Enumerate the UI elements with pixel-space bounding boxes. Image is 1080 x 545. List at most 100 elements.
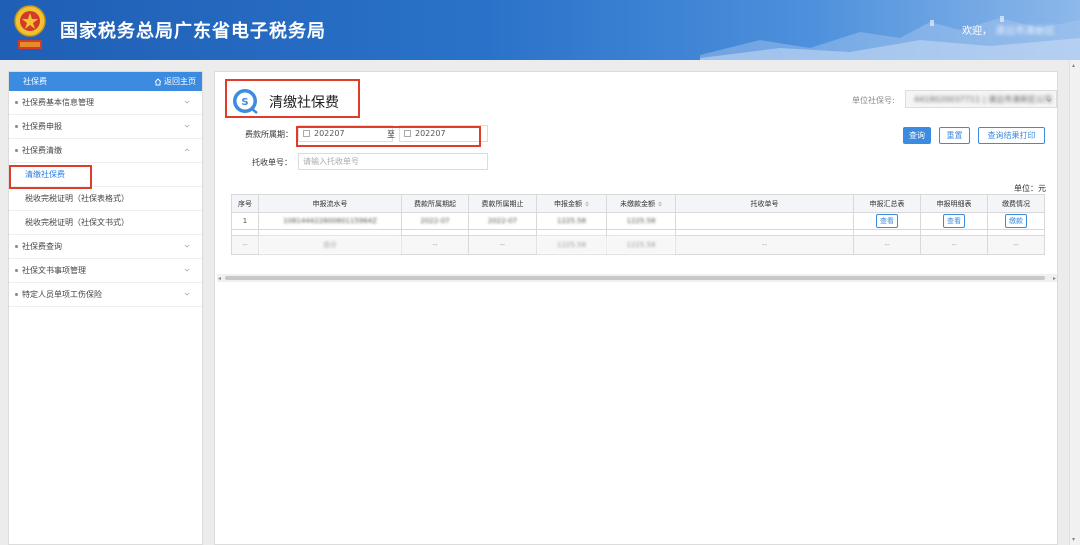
cell-ticket (675, 212, 854, 230)
unit-no-label: 单位社保号: (852, 96, 895, 105)
table-header-row: 序号 申报流水号 费款所属期起 费款所属期止 申报金额 未缴款金额 托收单号 申… (231, 194, 1045, 213)
sidebar-item-injury-insurance[interactable]: 特定人员单项工伤保险 (9, 283, 202, 307)
bullet-icon (15, 125, 18, 128)
cell-detail: 查看 (920, 212, 988, 230)
col-header-unpaid[interactable]: 未缴款金额 (606, 194, 676, 213)
col-header-unpaid-label: 未缴款金额 (620, 199, 655, 208)
bullet-icon (15, 269, 18, 272)
sidebar-subitem-label: 税收完税证明（社保表格式） (25, 194, 129, 203)
total-detail: -- (920, 235, 988, 255)
back-home-label: 返回主页 (164, 77, 196, 86)
query-button[interactable]: 查询 (903, 127, 931, 144)
sidebar-item-label: 特定人员单项工伤保险 (22, 290, 102, 299)
cell-summary: 查看 (853, 212, 921, 230)
sidebar-item-documents[interactable]: 社保文书事项管理 (9, 259, 202, 283)
chevron-down-icon (184, 100, 190, 104)
bullet-icon (15, 293, 18, 296)
cell-serial: 10814442280080115964Z (258, 212, 402, 230)
cell-unpaid: 1225.58 (606, 212, 676, 230)
sidebar-subitem-tax-cert-doc[interactable]: 税收完税证明（社保文书式） (9, 211, 202, 235)
view-detail-button[interactable]: 查看 (943, 214, 965, 228)
sidebar-header: 社保费 返回主页 (9, 72, 202, 91)
top-banner: 国家税务总局广东省电子税务局 欢迎， 清远市清新区 (0, 0, 1080, 60)
scroll-right-icon[interactable]: ▸ (1053, 275, 1056, 282)
total-index: -- (231, 235, 259, 255)
cell-index: 1 (231, 212, 259, 230)
highlight-box-title (225, 79, 360, 118)
cell-period-start: 2022-07 (401, 212, 469, 230)
total-unpaid: 1225.58 (606, 235, 676, 255)
highlight-box-period (296, 126, 481, 147)
total-ticket: -- (675, 235, 854, 255)
scroll-left-icon[interactable]: ◂ (218, 275, 221, 282)
total-declared: 1225.58 (536, 235, 607, 255)
col-header-payment: 缴费情况 (987, 194, 1045, 213)
scrollbar-thumb[interactable] (225, 276, 1045, 280)
bullet-icon (15, 245, 18, 248)
col-header-serial: 申报流水号 (258, 194, 402, 213)
table-total-row: -- 合计 -- -- 1225.58 1225.58 -- -- -- -- (231, 235, 1045, 255)
chevron-up-icon (184, 148, 190, 152)
ticket-input[interactable]: 请输入托收单号 (298, 153, 488, 170)
sidebar-item-settle[interactable]: 社保费清缴 (9, 139, 202, 163)
sidebar-title: 社保费 (23, 77, 47, 86)
sidebar-item-query[interactable]: 社保费查询 (9, 235, 202, 259)
col-header-declared-label: 申报金额 (554, 199, 582, 208)
sidebar-item-label: 社保费基本信息管理 (22, 98, 94, 107)
sidebar-subitem-label: 税收完税证明（社保文书式） (25, 218, 129, 227)
unit-no-select[interactable]: 4418020037711 | 清远市清新区公司 (905, 90, 1057, 108)
cell-declared: 1225.58 (536, 212, 607, 230)
ticket-label: 托收单号： (252, 158, 292, 167)
site-title: 国家税务总局广东省电子税务局 (60, 21, 326, 42)
user-name[interactable]: 清远市清新区 (995, 22, 1055, 37)
ticket-placeholder: 请输入托收单号 (303, 157, 359, 166)
col-header-summary: 申报汇总表 (853, 194, 921, 213)
sort-icon (658, 201, 662, 206)
chevron-down-icon (184, 268, 190, 272)
view-summary-button[interactable]: 查看 (876, 214, 898, 228)
pay-button[interactable]: 缴款 (1005, 214, 1027, 228)
tax-bureau-emblem-icon (14, 5, 46, 49)
total-period-end: -- (468, 235, 537, 255)
print-results-button[interactable]: 查询结果打印 (978, 127, 1045, 144)
total-summary: -- (853, 235, 921, 255)
sidebar-item-basic-info[interactable]: 社保费基本信息管理 (9, 91, 202, 115)
home-icon (154, 77, 162, 85)
sidebar: 社保费 返回主页 社保费基本信息管理 社保费申报 社保费清缴 清缴社保费 税收完… (8, 71, 203, 545)
col-header-period-start: 费款所属期起 (401, 194, 469, 213)
cell-period-end: 2022-07 (468, 212, 537, 230)
total-payment: -- (987, 235, 1045, 255)
sidebar-item-label: 社保文书事项管理 (22, 266, 86, 275)
bullet-icon (15, 149, 18, 152)
chevron-down-icon (1046, 98, 1052, 102)
col-header-declared[interactable]: 申报金额 (536, 194, 607, 213)
back-home-link[interactable]: 返回主页 (154, 76, 196, 87)
sidebar-subitem-tax-cert-table[interactable]: 税收完税证明（社保表格式） (9, 187, 202, 211)
col-header-detail: 申报明细表 (920, 194, 988, 213)
col-header-period-end: 费款所属期止 (468, 194, 537, 213)
chevron-down-icon (184, 244, 190, 248)
scroll-down-icon[interactable]: ▾ (1072, 536, 1075, 543)
total-period-start: -- (401, 235, 469, 255)
horizontal-scrollbar[interactable]: ◂ ▸ (217, 274, 1057, 282)
highlight-box-sidebar (9, 165, 92, 189)
welcome-text: 欢迎， 清远市清新区 (962, 22, 1055, 37)
chevron-down-icon (184, 124, 190, 128)
col-header-index: 序号 (231, 194, 259, 213)
sidebar-item-declare[interactable]: 社保费申报 (9, 115, 202, 139)
results-table: 序号 申报流水号 费款所属期起 费款所属期止 申报金额 未缴款金额 托收单号 申… (231, 194, 1045, 255)
col-header-ticket: 托收单号 (675, 194, 854, 213)
unit-no-value: 4418020037711 | 清远市清新区公司 (914, 94, 1052, 104)
scroll-up-icon[interactable]: ▴ (1072, 62, 1075, 69)
total-label: 合计 (258, 235, 402, 255)
welcome-label: 欢迎， (962, 26, 992, 37)
period-label: 费款所属期： (245, 130, 293, 139)
reset-button[interactable]: 重置 (939, 127, 970, 144)
sort-icon (585, 201, 589, 206)
unit-label: 单位：元 (1014, 184, 1046, 193)
page-vertical-scrollbar[interactable]: ▴ ▾ (1069, 60, 1080, 545)
sidebar-item-label: 社保费查询 (22, 242, 62, 251)
sidebar-item-label: 社保费申报 (22, 122, 62, 131)
table-row: 1 10814442280080115964Z 2022-07 2022-07 … (231, 212, 1045, 230)
bullet-icon (15, 101, 18, 104)
